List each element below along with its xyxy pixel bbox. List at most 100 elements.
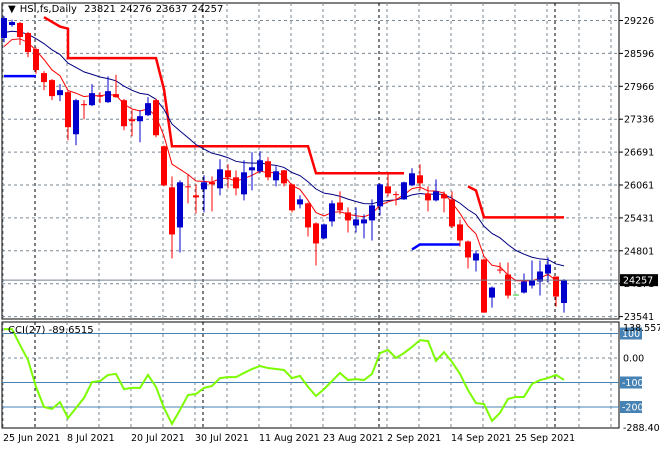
- bear-candle: [505, 274, 511, 296]
- bull-candle: [9, 21, 15, 26]
- price-tick-label: 26691: [624, 148, 654, 159]
- bear-candle: [481, 259, 487, 313]
- date-tick-label: 25 Sep 2021: [515, 433, 575, 444]
- bull-candle: [201, 182, 207, 190]
- bull-candle: [241, 172, 247, 195]
- bear-candle: [553, 276, 559, 297]
- triangle-down-icon[interactable]: ▼: [8, 4, 16, 15]
- chart-canvas[interactable]: 29226 28596 27966 27336 26691 26061 25431 24801…: [0, 0, 660, 450]
- bull-candle: [433, 191, 439, 201]
- price-tick-label: 27336: [624, 115, 654, 126]
- bear-candle: [113, 94, 119, 98]
- cci-level-label: -100: [622, 378, 644, 389]
- date-tick-label: 2 Sep 2021: [387, 433, 441, 444]
- bull-candle: [521, 281, 527, 293]
- price-tick-label: 26061: [624, 181, 654, 192]
- bear-candle: [265, 161, 271, 178]
- bull-candle: [369, 205, 375, 221]
- close-value: 24257: [191, 4, 224, 15]
- bull-candle: [273, 171, 279, 181]
- date-tick-label: 23 Aug 2021: [323, 433, 384, 444]
- bull-candle: [321, 224, 327, 239]
- bear-candle: [129, 119, 135, 122]
- bear-candle: [337, 202, 343, 211]
- bear-candle: [289, 184, 295, 211]
- slow-moving-average-line: [3, 30, 565, 267]
- bear-candle: [169, 187, 175, 235]
- bull-candle: [137, 116, 143, 122]
- bear-candle: [497, 269, 503, 271]
- bear-candle: [465, 241, 471, 258]
- bull-candle: [57, 90, 63, 96]
- bull-candle: [297, 199, 303, 205]
- cci-min-label: -288.404: [623, 423, 660, 434]
- price-tick-label: 29226: [624, 16, 654, 27]
- fast-moving-average-line: [3, 38, 565, 282]
- bear-candle: [49, 80, 55, 97]
- bear-candle: [313, 223, 319, 244]
- bull-candle: [401, 182, 407, 200]
- bear-candle: [417, 175, 423, 184]
- bull-candle: [73, 100, 79, 135]
- price-tick-label: 27966: [624, 82, 654, 93]
- bear-candle: [441, 194, 447, 199]
- bull-candle: [177, 182, 183, 228]
- bear-candle: [393, 194, 399, 196]
- bear-candle: [209, 182, 215, 185]
- date-tick-label: 8 Jul 2021: [67, 433, 115, 444]
- bull-candle: [545, 264, 551, 274]
- main-panel-frame: [1, 2, 620, 320]
- high-value: 24276: [119, 4, 152, 15]
- bear-candle: [193, 195, 199, 198]
- bear-candle: [81, 104, 87, 106]
- bull-candle: [353, 219, 359, 226]
- price-tick-label: 24801: [624, 246, 654, 257]
- bull-candle: [409, 173, 415, 186]
- bull-candle: [329, 203, 335, 222]
- bull-candle: [257, 160, 263, 172]
- bear-candle: [97, 95, 103, 97]
- support-line: [411, 243, 460, 251]
- bear-candle: [225, 170, 231, 178]
- bear-candle: [41, 73, 47, 83]
- date-tick-label: 30 Jul 2021: [195, 433, 249, 444]
- low-value: 23637: [155, 4, 188, 15]
- bear-candle: [457, 224, 463, 241]
- bear-candle: [385, 186, 391, 194]
- bear-candle: [281, 170, 287, 184]
- cci-zero-label: 0.00: [623, 354, 644, 365]
- bull-candle: [249, 167, 255, 171]
- bull-candle: [561, 280, 567, 303]
- cci-panel-frame: [1, 321, 620, 429]
- date-tick-label: 25 Jun 2021: [3, 433, 60, 444]
- bull-candle: [377, 184, 383, 207]
- bull-candle: [1, 18, 7, 39]
- date-tick-label: 14 Sep 2021: [451, 433, 511, 444]
- price-tick-label: 23541: [624, 312, 654, 323]
- symbol-label: HSI,fs,Daily: [19, 4, 77, 15]
- price-tick-label: 25431: [624, 213, 654, 224]
- bull-candle: [89, 93, 95, 106]
- chart-header: ▼ HSI,fs,Daily 23821 24276 23637 24257: [8, 4, 227, 15]
- bear-candle: [153, 100, 159, 136]
- cci-line: [4, 328, 565, 427]
- bull-candle: [145, 103, 151, 116]
- bull-candle: [217, 169, 223, 189]
- bear-candle: [233, 177, 239, 189]
- bull-candle: [361, 219, 367, 224]
- date-tick-label: 11 Aug 2021: [259, 433, 320, 444]
- bear-candle: [65, 92, 71, 128]
- bear-candle: [161, 146, 167, 186]
- open-value: 23821: [84, 4, 116, 15]
- date-tick-label: 20 Jul 2021: [131, 433, 185, 444]
- bull-candle: [489, 287, 495, 298]
- bear-candle: [449, 199, 455, 227]
- bull-candle: [529, 280, 535, 286]
- bear-candle: [33, 49, 39, 71]
- bull-candle: [473, 253, 479, 261]
- cci-label: CCI(27) -89.6515: [8, 325, 94, 336]
- current-price-label: 24257: [623, 276, 653, 287]
- bear-candle: [17, 22, 23, 38]
- resistance-line: [43, 16, 404, 175]
- bull-candle: [513, 294, 519, 296]
